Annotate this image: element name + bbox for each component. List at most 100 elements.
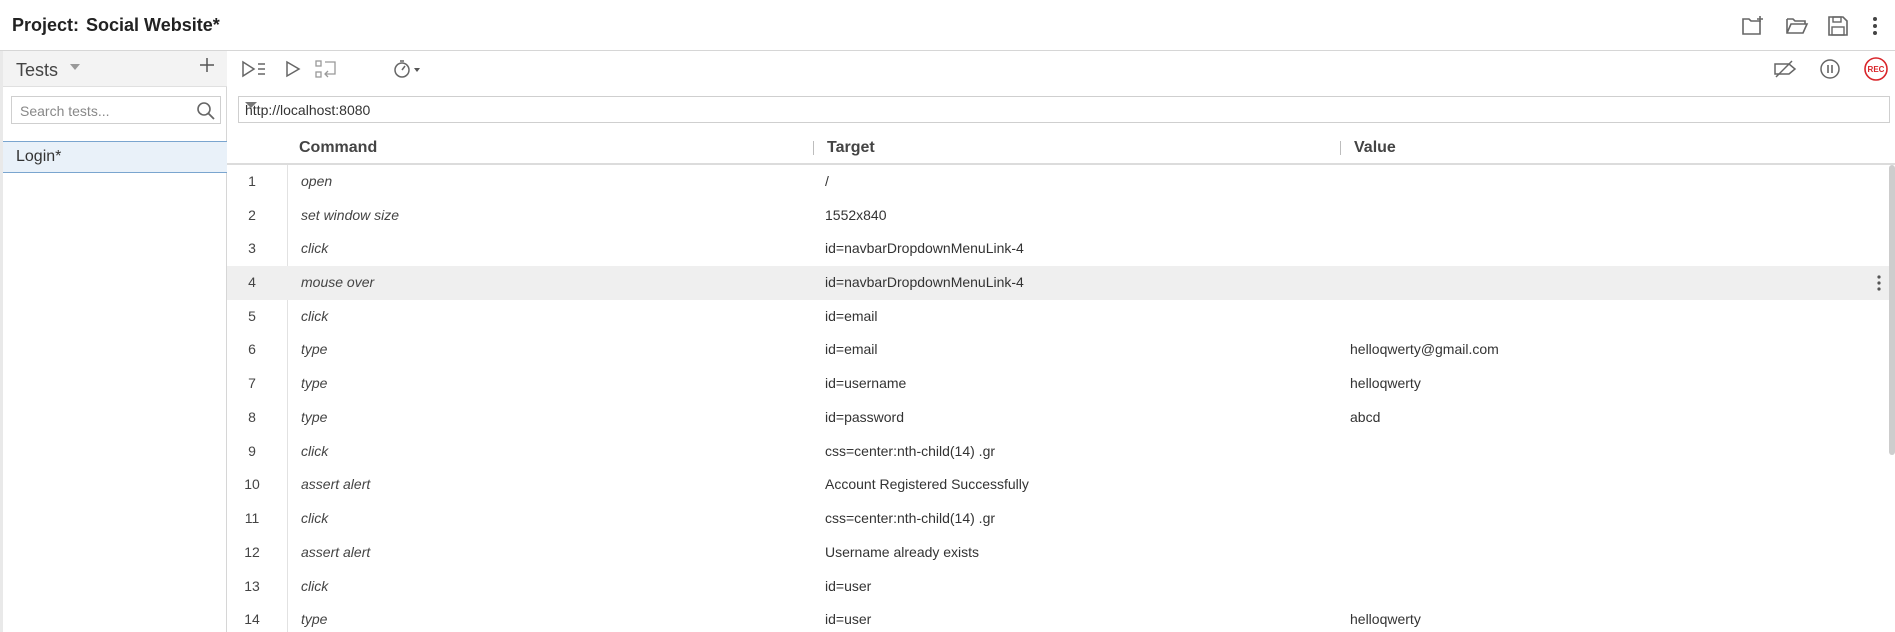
table-scrollbar[interactable] [1889, 165, 1895, 455]
row-target: css=center:nth-child(14) .gr [825, 510, 996, 526]
row-command: click [301, 308, 329, 324]
row-command: open [301, 173, 333, 189]
column-header-command: Command [299, 139, 378, 156]
row-command: type [301, 611, 328, 627]
base-url-select[interactable]: http://localhost:8080 [238, 96, 1890, 123]
tests-sidebar: Tests Login* [0, 51, 227, 632]
tests-dropdown[interactable]: Tests [16, 60, 58, 81]
row-number: 13 [244, 578, 260, 594]
column-resizer[interactable] [1340, 141, 1341, 155]
record-label: REC [1868, 65, 1885, 74]
row-target: css=center:nth-child(14) .gr [825, 443, 996, 459]
new-project-icon[interactable] [1739, 12, 1767, 40]
add-test-button[interactable] [199, 55, 215, 77]
project-header: Project: Social Website* [0, 0, 1895, 51]
row-command: type [301, 375, 328, 391]
column-header-value: Value [1354, 139, 1396, 156]
run-test-icon[interactable] [279, 55, 307, 83]
row-number: 4 [248, 274, 256, 290]
row-value: helloqwerty@gmail.com [1350, 341, 1499, 357]
run-all-tests-icon[interactable] [240, 55, 268, 83]
row-command: click [301, 443, 329, 459]
search-icon[interactable] [196, 101, 216, 121]
tests-header: Tests [3, 51, 227, 87]
more-vertical-icon[interactable] [1861, 12, 1889, 40]
commands-table-body: 1 open / 2 set window size 1552x840 3 cl… [227, 165, 1895, 632]
commands-table-header: Command Target Value [227, 131, 1895, 165]
plus-icon [200, 58, 214, 72]
row-number: 10 [244, 476, 260, 492]
row-number: 6 [248, 341, 256, 357]
step-over-icon[interactable] [312, 55, 340, 83]
row-command: click [301, 510, 329, 526]
row-value: abcd [1350, 409, 1381, 425]
row-number: 3 [248, 240, 256, 256]
column-resizer[interactable] [813, 141, 814, 155]
search-tests-input[interactable] [18, 101, 192, 121]
row-target: id=password [825, 409, 904, 425]
table-row[interactable]: 10 assert alert Account Registered Succe… [227, 468, 1895, 502]
table-row[interactable]: 11 click css=center:nth-child(14) .gr [227, 502, 1895, 536]
row-number: 14 [244, 611, 260, 627]
row-number: 9 [248, 443, 256, 459]
table-row[interactable]: 5 click id=email [227, 300, 1895, 334]
table-row[interactable]: 14 type id=user helloqwerty [227, 603, 1895, 632]
row-number: 12 [244, 544, 260, 560]
row-command: set window size [301, 207, 400, 223]
record-icon[interactable]: REC [1862, 55, 1890, 83]
row-value: helloqwerty [1350, 611, 1421, 627]
row-target: id=username [825, 375, 907, 391]
test-item-login[interactable]: Login* [3, 141, 227, 173]
row-target: id=navbarDropdownMenuLink-4 [825, 240, 1024, 256]
row-target: id=email [825, 341, 878, 357]
row-target: id=user [825, 578, 872, 594]
base-url-value: http://localhost:8080 [245, 102, 371, 118]
row-number: 11 [244, 510, 260, 526]
row-target: Account Registered Successfully [825, 476, 1029, 492]
row-target: id=navbarDropdownMenuLink-4 [825, 274, 1024, 290]
row-target: 1552x840 [825, 207, 887, 223]
row-target: Username already exists [825, 544, 980, 560]
table-row[interactable]: 7 type id=username helloqwerty [227, 367, 1895, 401]
row-more-icon[interactable] [1871, 274, 1887, 292]
row-command: click [301, 578, 329, 594]
search-tests-box [11, 96, 221, 124]
row-target: id=user [825, 611, 872, 627]
row-target: / [825, 173, 829, 189]
disable-breakpoints-icon[interactable] [1771, 55, 1799, 83]
row-command: assert alert [301, 476, 371, 492]
table-row[interactable]: 12 assert alert Username already exists [227, 536, 1895, 570]
table-row[interactable]: 2 set window size 1552x840 [227, 199, 1895, 233]
row-value: helloqwerty [1350, 375, 1421, 391]
selenium-ide-window: Project: Social Website* Tests Login [0, 0, 1895, 632]
row-number: 7 [248, 375, 256, 391]
row-number: 2 [248, 207, 256, 223]
chevron-down-icon[interactable] [70, 64, 80, 70]
row-command: click [301, 240, 329, 256]
row-target: id=email [825, 308, 878, 324]
table-row-selected[interactable]: 4 mouse over id=navbarDropdownMenuLink-4 [227, 266, 1895, 300]
project-name[interactable]: Social Website* [86, 15, 220, 36]
table-row[interactable]: 3 click id=navbarDropdownMenuLink-4 [227, 232, 1895, 266]
table-row[interactable]: 8 type id=password abcd [227, 401, 1895, 435]
save-project-icon[interactable] [1824, 12, 1852, 40]
speed-icon[interactable] [390, 55, 426, 83]
row-command: assert alert [301, 544, 371, 560]
row-command: mouse over [301, 274, 375, 290]
table-row[interactable]: 13 click id=user [227, 570, 1895, 604]
column-header-target: Target [827, 139, 875, 156]
row-command: type [301, 409, 328, 425]
pause-icon[interactable] [1816, 55, 1844, 83]
table-row[interactable]: 1 open / [227, 165, 1895, 199]
row-command: type [301, 341, 328, 357]
editor-toolbar: REC [227, 51, 1895, 87]
open-project-icon[interactable] [1783, 12, 1811, 40]
project-label: Project: [12, 15, 80, 35]
table-row[interactable]: 9 click css=center:nth-child(14) .gr [227, 435, 1895, 469]
row-number: 8 [248, 409, 256, 425]
row-number: 1 [248, 173, 256, 189]
test-item-label: Login* [16, 148, 62, 165]
row-number: 5 [248, 308, 256, 324]
table-row[interactable]: 6 type id=email helloqwerty@gmail.com [227, 333, 1895, 367]
chevron-down-icon[interactable] [245, 102, 257, 108]
